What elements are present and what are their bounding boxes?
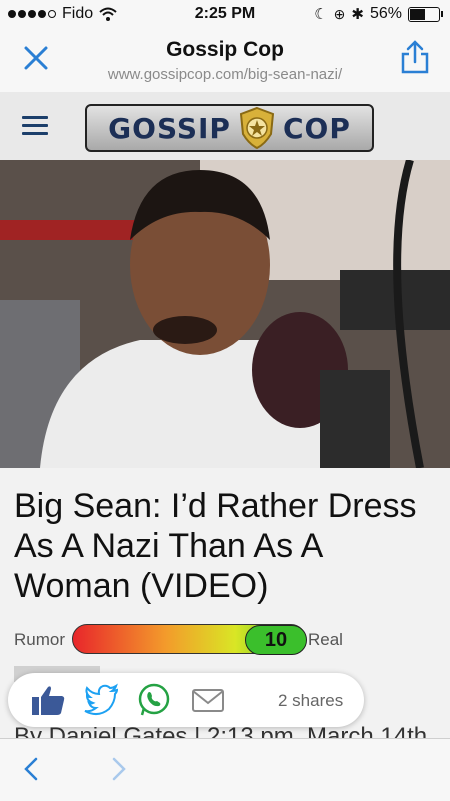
share-bar: 2 shares — [8, 673, 364, 727]
page-title: Gossip Cop — [166, 38, 284, 61]
forward-arrow-icon[interactable] — [108, 757, 130, 781]
email-icon[interactable] — [190, 683, 226, 717]
orientation-lock-icon: ⊕ — [333, 5, 346, 22]
back-arrow-icon[interactable] — [20, 757, 42, 781]
hero-photo-illustration — [0, 160, 450, 468]
facebook-like-icon[interactable] — [30, 683, 66, 717]
meter-score: 10 — [245, 625, 307, 655]
meter-bar: 10 — [72, 624, 307, 655]
battery-percent: 56% — [369, 5, 402, 22]
bluetooth-icon: ✱ — [351, 6, 364, 23]
browser-toolbar — [0, 738, 450, 801]
logo-text-left: GOSSIP — [108, 111, 231, 145]
status-bar: Fido 2:25 PM ☾ ⊕ ✱ 56% — [0, 0, 450, 28]
moon-icon: ☾ — [314, 6, 328, 23]
whatsapp-icon[interactable] — [136, 683, 172, 717]
gossip-cop-logo[interactable]: GOSSIP COP — [85, 104, 374, 152]
logo-text-right: COP — [282, 111, 351, 145]
battery-icon — [408, 6, 443, 22]
meter-left-label: Rumor — [14, 630, 66, 649]
meter-right-label: Real — [308, 630, 343, 649]
twitter-icon[interactable] — [84, 683, 120, 717]
article-hero-image — [0, 160, 450, 468]
share-count: 2 shares — [278, 691, 344, 710]
article-headline: Big Sean: I’d Rather Dress As A Nazi Tha… — [14, 487, 417, 605]
browser-navbar: Gossip Cop www.gossipcop.com/big-sean-na… — [0, 28, 450, 93]
page-url[interactable]: www.gossipcop.com/big-sean-nazi/ — [0, 66, 450, 83]
site-header: GOSSIP COP — [0, 92, 450, 160]
truth-meter: Rumor 10 Real — [14, 624, 444, 655]
share-icon[interactable] — [400, 40, 430, 74]
hamburger-menu-icon[interactable] — [22, 116, 48, 140]
police-badge-icon — [239, 106, 275, 150]
status-right: ☾ ⊕ ✱ 56% — [314, 5, 443, 23]
